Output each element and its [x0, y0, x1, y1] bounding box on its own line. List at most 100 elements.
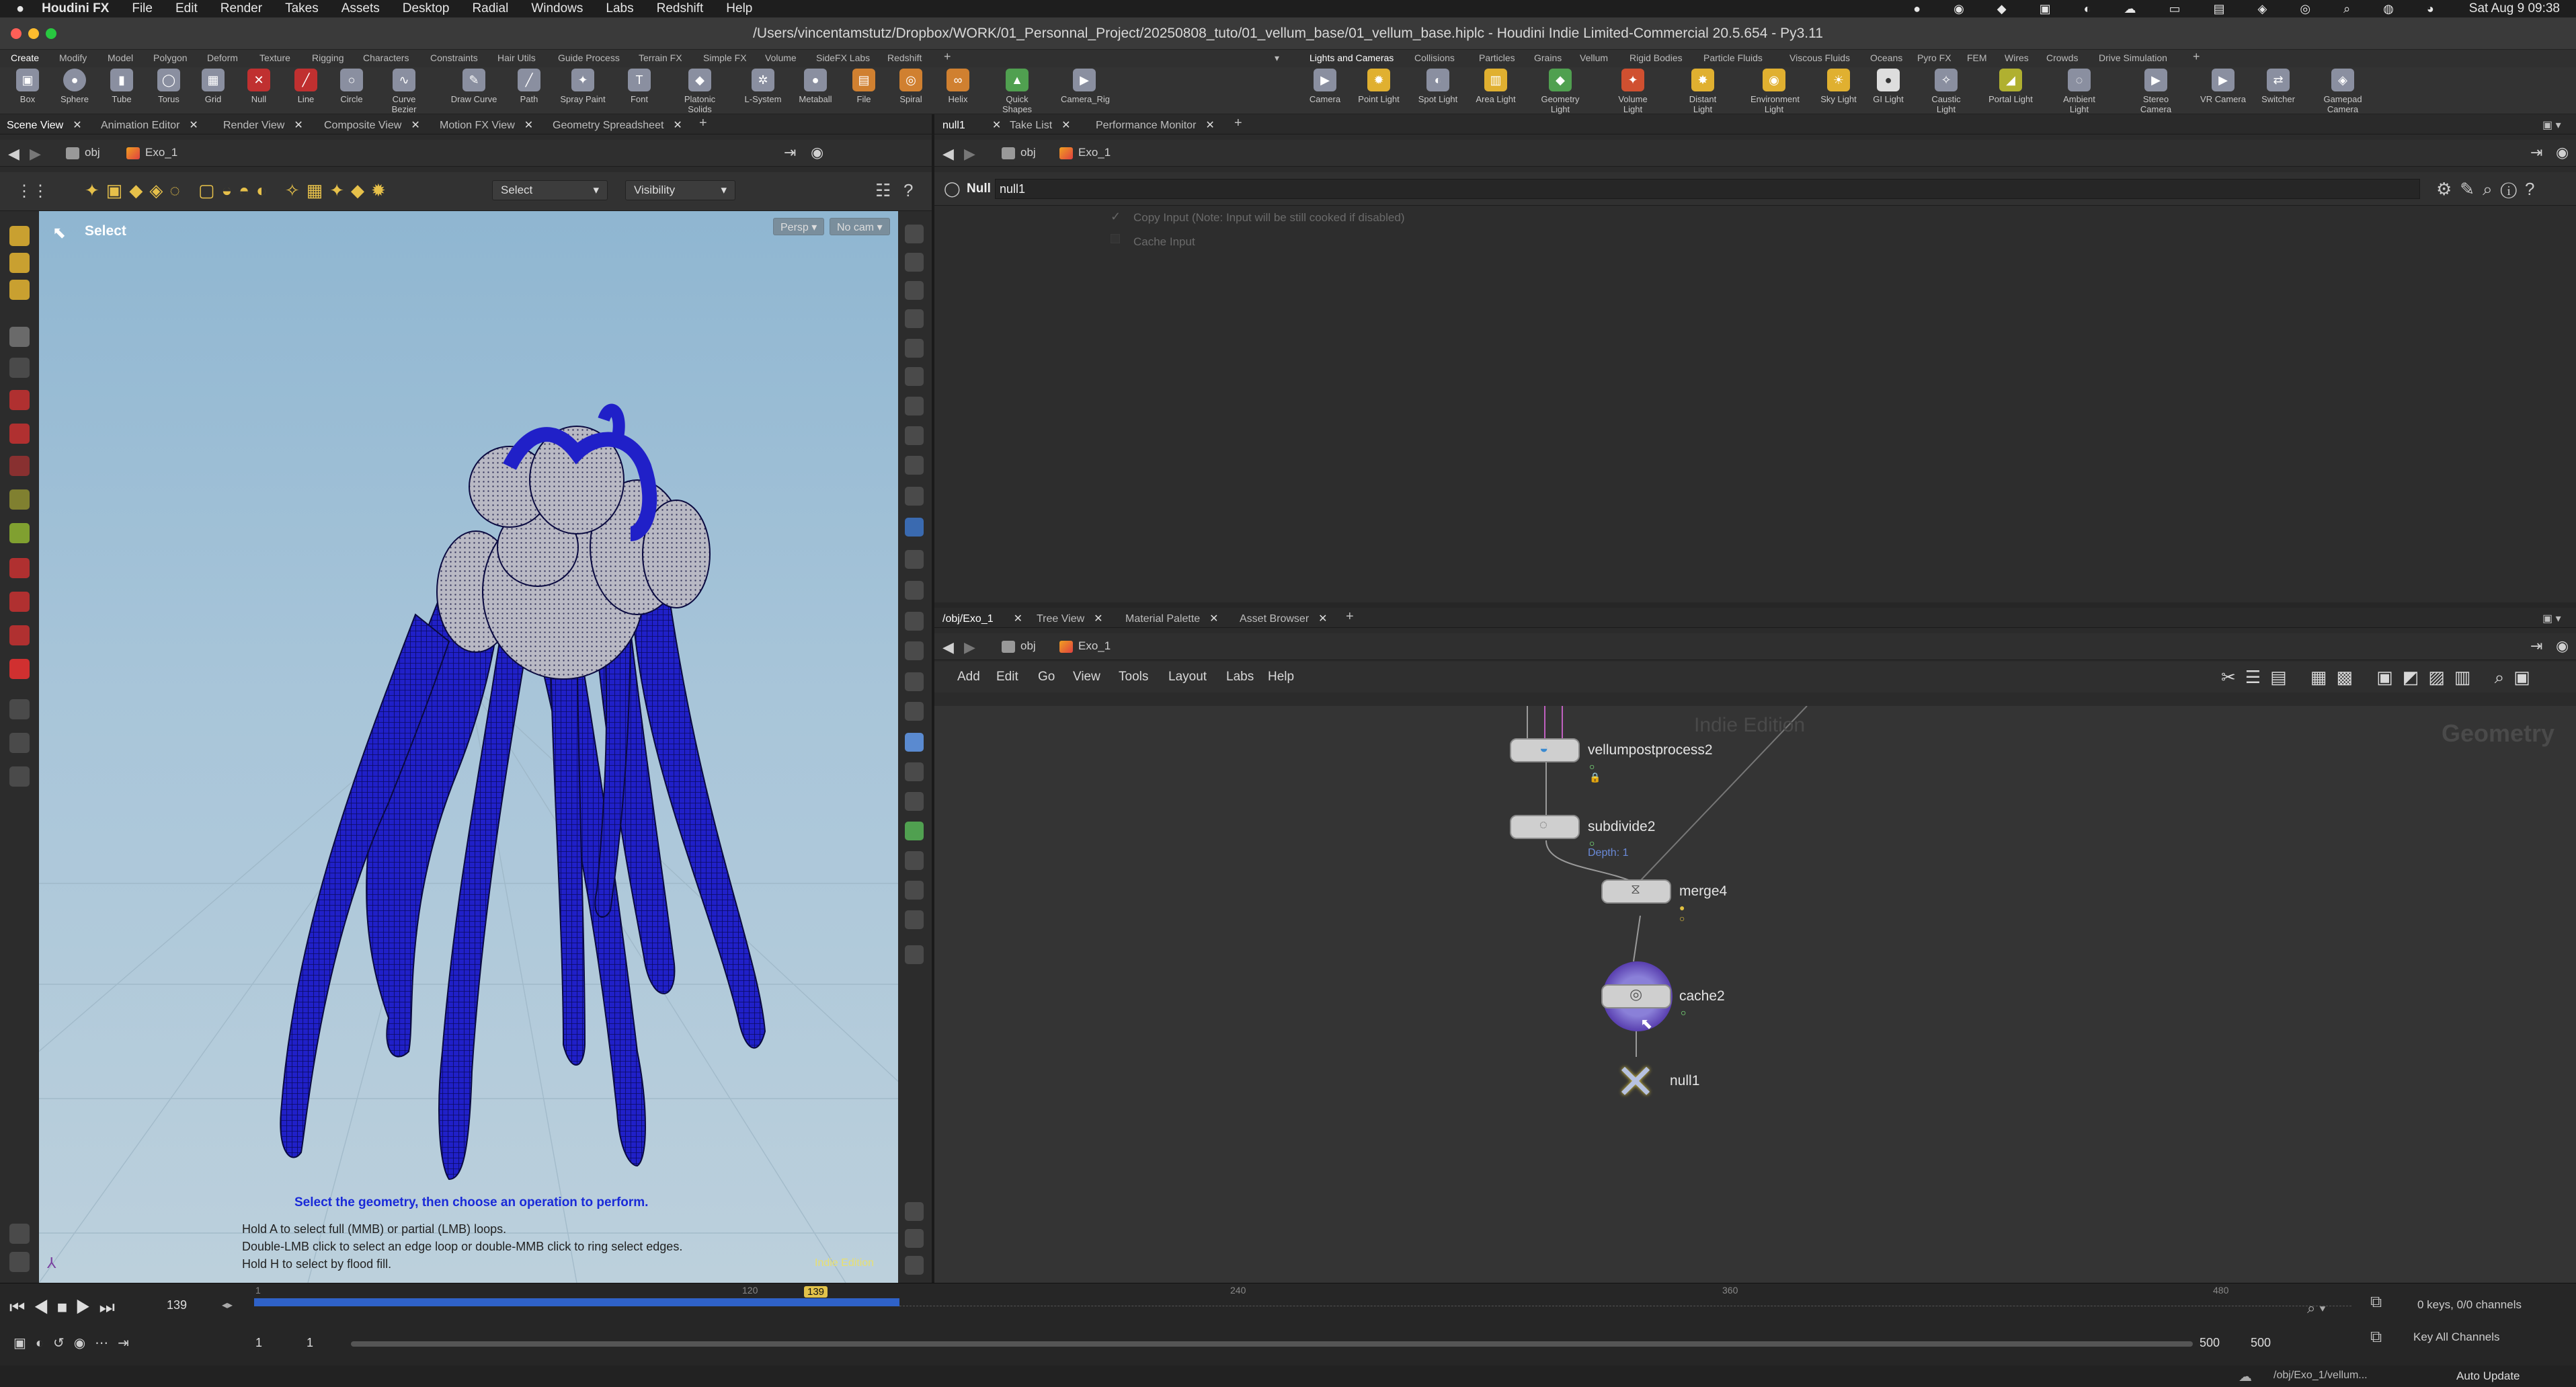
geo-display-icon[interactable] [905, 822, 924, 840]
add-shelf-tab-icon[interactable]: + [944, 50, 951, 64]
param-tool-icons[interactable]: ⚙✎⌕ⓘ? [2436, 179, 2542, 200]
shelf-tab-redshift[interactable]: Redshift [887, 52, 922, 63]
scene-viewport[interactable]: ⬉ Select Persp ▾ No cam ▾ Select the geo… [39, 211, 898, 1283]
magnet-icon[interactable] [9, 592, 30, 612]
menu-file[interactable]: File [132, 1, 153, 16]
home-icon[interactable] [9, 766, 30, 787]
tab-geometry-spreadsheet[interactable]: Geometry Spreadsheet ✕ [553, 118, 682, 132]
tool-switcher[interactable]: ⇄ Switcher [2255, 69, 2302, 104]
magnet-red-icon[interactable] [9, 659, 30, 679]
scale-icon[interactable] [9, 456, 30, 476]
timeline-ruler[interactable] [899, 1298, 2351, 1306]
link-icon[interactable]: ◉ [811, 144, 823, 161]
shelf-tab-guide-process[interactable]: Guide Process [558, 52, 620, 63]
network-tool-icons[interactable]: ✂☰▤ ▦▩ ▣◩▨▥ ⌕▣ [2221, 667, 2540, 688]
tool-vr-camera[interactable]: ▶ VR Camera [2200, 69, 2247, 104]
shelf-tab-wires[interactable]: Wires [2005, 52, 2029, 63]
net-menu-view[interactable]: View [1073, 670, 1100, 684]
shelf-tab-model[interactable]: Model [108, 52, 133, 63]
tool-helix[interactable]: ∞ Helix [934, 69, 981, 104]
link-icon[interactable]: ◉ [2556, 144, 2569, 161]
shelf-tab-drive-simulation[interactable]: Drive Simulation [2099, 52, 2167, 63]
pane-menu-icon[interactable]: ▣ ▾ [2542, 118, 2561, 132]
lamp-icon[interactable] [9, 226, 30, 246]
tab-null1[interactable]: null1 ✕ [942, 118, 1001, 132]
tool-line[interactable]: ╱ Line [282, 69, 329, 104]
add-tab-icon[interactable]: + [1346, 609, 1354, 625]
orbit-icon[interactable] [9, 699, 30, 719]
shading-icon[interactable] [905, 225, 924, 243]
snapshot-icon[interactable] [905, 910, 924, 929]
stamp-icon[interactable] [905, 641, 924, 660]
tool-ambient-light[interactable]: ◌ Ambient Light [2056, 69, 2103, 114]
shelf-tab-simple-fx[interactable]: Simple FX [703, 52, 747, 63]
shelf-tab-create[interactable]: Create [11, 52, 39, 63]
tool-box[interactable]: ▣ Box [4, 69, 51, 104]
net-menu-help[interactable]: Help [1268, 670, 1294, 684]
range-end[interactable]: 500 [2200, 1336, 2220, 1350]
back-arrow-icon[interactable]: ◀ [942, 639, 954, 656]
tool-camera-rig[interactable]: ▶ Camera_Rig [1061, 69, 1110, 104]
status-icons[interactable]: ● ◉ ◆ ▣ ◐ ☁ ▭ ▤ ◈ ◎ ⌕ ◍ ◕ [1913, 2, 2449, 16]
tool-torus[interactable]: ◯ Torus [145, 69, 192, 104]
tool-sky-light[interactable]: ☀ Sky Light [1815, 69, 1862, 104]
shelf-tab-particles[interactable]: Particles [1479, 52, 1515, 63]
node-name-input[interactable] [995, 179, 2420, 199]
tool-spiral[interactable]: ◎ Spiral [887, 69, 934, 104]
persp-menu[interactable]: Persp ▾ [773, 218, 825, 235]
tab-motion-fx-view[interactable]: Motion FX View ✕ [440, 118, 533, 132]
range-end-2[interactable]: 500 [2251, 1336, 2271, 1350]
brush-icon[interactable] [9, 390, 30, 410]
handles-icon[interactable] [9, 523, 30, 543]
select-dropdown[interactable]: Select ▾ [492, 180, 608, 200]
eye-tool-icon[interactable] [9, 1252, 30, 1272]
keys-icon[interactable]: ⧉ [2370, 1293, 2382, 1312]
tab-composite-view[interactable]: Composite View ✕ [324, 118, 420, 132]
shelf-tab-terrain-fx[interactable]: Terrain FX [639, 52, 682, 63]
menu-render[interactable]: Render [220, 1, 262, 16]
range-slider[interactable] [351, 1341, 2193, 1347]
shelf-tab-constraints[interactable]: Constraints [430, 52, 478, 63]
menu-radial[interactable]: Radial [472, 1, 508, 16]
audio-key-icons[interactable]: ⌕ ▾ [2307, 1300, 2326, 1317]
current-frame[interactable]: 139 [167, 1298, 187, 1312]
display-options-icon[interactable]: ☷ [875, 180, 891, 201]
chevron-down-icon[interactable]: ▾ [1275, 52, 1279, 64]
tool-circle[interactable]: ○ Circle [328, 69, 375, 104]
shelf-tab-hair-utils[interactable]: Hair Utils [497, 52, 536, 63]
path-geo[interactable]: Exo_1 [1059, 146, 1111, 159]
light-display-icon[interactable] [905, 367, 924, 386]
shelf-tab-particle-fluids[interactable]: Particle Fluids [1703, 52, 1763, 63]
add-tab-icon[interactable]: + [699, 116, 707, 131]
net-menu-labs[interactable]: Labs [1226, 670, 1254, 684]
tool-platonic-solids[interactable]: ◆ Platonic Solids [676, 69, 723, 114]
tool-sphere[interactable]: ● Sphere [51, 69, 98, 104]
shelf-tab-oceans[interactable]: Oceans [1870, 52, 1902, 63]
forward-arrow-icon[interactable]: ▶ [964, 639, 975, 656]
path-obj[interactable]: obj [1002, 146, 1036, 159]
shelf-tab-rigid-bodies[interactable]: Rigid Bodies [1629, 52, 1683, 63]
shelf-tab-collisions[interactable]: Collisions [1414, 52, 1455, 63]
cache-input-checkbox[interactable] [1111, 234, 1120, 243]
wireframe-icon[interactable] [905, 253, 924, 272]
clip-icon[interactable] [905, 881, 924, 900]
copy-input-checkbox[interactable]: ✓ [1111, 210, 1121, 224]
menu-desktop[interactable]: Desktop [403, 1, 450, 16]
shelf-tab-characters[interactable]: Characters [363, 52, 409, 63]
ghost-icon[interactable] [905, 309, 924, 328]
pin-icon[interactable]: ⇥ [2530, 144, 2542, 161]
paint-icon[interactable] [905, 672, 924, 691]
back-arrow-icon[interactable]: ◀ [942, 145, 954, 163]
number-icon[interactable] [905, 612, 924, 631]
menu-redshift[interactable]: Redshift [657, 1, 704, 16]
pane-menu-icon[interactable]: ▣ ▾ [2542, 612, 2561, 625]
info-icon[interactable] [905, 1202, 924, 1221]
tool-volume-light[interactable]: ✦ Volume Light [1609, 69, 1656, 114]
auto-update-label[interactable]: Auto Update [2456, 1370, 2520, 1383]
add-shelf-tab-icon[interactable]: + [2193, 50, 2200, 64]
net-menu-edit[interactable]: Edit [996, 670, 1018, 684]
lock-camera-icon[interactable] [905, 281, 924, 300]
layer-icon[interactable] [905, 792, 924, 811]
select-arrow-icon[interactable] [9, 327, 30, 347]
help-icon[interactable]: ? [903, 180, 913, 201]
